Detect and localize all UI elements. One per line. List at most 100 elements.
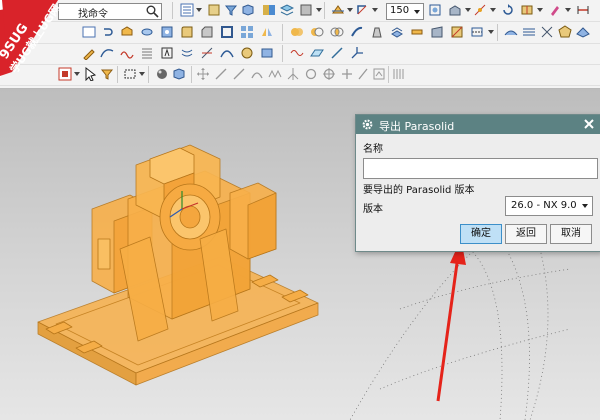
shell-icon[interactable] [220, 25, 234, 39]
subtract-icon[interactable] [310, 25, 324, 39]
close-icon[interactable] [582, 117, 596, 131]
chevron-down-icon[interactable] [347, 8, 353, 12]
back-button[interactable]: 返回 [505, 224, 547, 244]
brush-icon[interactable] [548, 3, 562, 17]
render-icon[interactable] [155, 67, 169, 81]
pattern-icon[interactable] [240, 25, 254, 39]
cursor-icon[interactable] [84, 67, 98, 81]
chevron-down-icon[interactable] [412, 5, 422, 18]
snap-to-point-icon[interactable] [372, 67, 386, 81]
measure-icon[interactable] [576, 3, 590, 17]
trim-body-icon[interactable] [430, 25, 444, 39]
spline-icon[interactable] [120, 46, 134, 60]
search-icon[interactable] [145, 4, 160, 19]
datum-csys-icon[interactable] [350, 46, 364, 60]
slash-icon[interactable] [356, 67, 370, 81]
version-label: 版本 [363, 204, 383, 215]
version-select[interactable]: 26.0 - NX 9.0 [505, 196, 593, 216]
chevron-down-icon[interactable] [488, 30, 494, 34]
grid-icon[interactable] [392, 67, 406, 81]
blend-icon[interactable] [180, 25, 194, 39]
part-navigator-icon[interactable] [172, 67, 186, 81]
chevron-down-icon[interactable] [537, 8, 543, 12]
dialog-title-bar[interactable]: 导出 Parasolid [356, 115, 600, 134]
gear-icon[interactable] [361, 118, 374, 131]
chevron-down-icon[interactable] [372, 8, 378, 12]
wave-link-icon[interactable] [290, 46, 304, 60]
chevron-down-icon[interactable] [565, 8, 571, 12]
split-body-icon[interactable] [450, 25, 464, 39]
mirror-icon[interactable] [260, 25, 274, 39]
thicken-icon[interactable] [410, 25, 424, 39]
offset-face-icon[interactable] [390, 25, 404, 39]
orient-view-icon[interactable] [355, 3, 369, 17]
snap-icon[interactable] [207, 3, 221, 17]
box-icon[interactable] [241, 3, 255, 17]
text-curve-icon[interactable] [160, 46, 174, 60]
chamfer-icon[interactable] [200, 25, 214, 39]
bridge-curve-icon[interactable] [220, 46, 234, 60]
surface-icon[interactable] [504, 25, 518, 39]
chevron-down-icon[interactable] [490, 8, 496, 12]
revolve-icon[interactable] [140, 25, 154, 39]
name-field[interactable] [363, 158, 598, 179]
rectangle-select-icon[interactable] [123, 67, 137, 81]
extrude-icon[interactable] [120, 25, 134, 39]
offset-curve-icon[interactable] [180, 46, 194, 60]
sweep-icon[interactable] [350, 25, 364, 39]
version-heading: 要导出的 Parasolid 版本 [363, 185, 475, 196]
layer-icon[interactable] [280, 3, 294, 17]
menu-icon[interactable] [180, 3, 194, 17]
chevron-down-icon[interactable] [582, 204, 588, 208]
chevron-down-icon[interactable] [465, 8, 471, 12]
draft-icon[interactable] [370, 25, 384, 39]
line-icon[interactable] [232, 67, 246, 81]
cancel-button[interactable]: 取消 [550, 224, 592, 244]
toolbar-separator [191, 66, 192, 83]
version-selected-value: 26.0 - NX 9.0 [511, 200, 577, 211]
rotate-icon[interactable] [501, 3, 515, 17]
sew-icon[interactable] [470, 25, 484, 39]
zoom-combo[interactable]: 150 [386, 3, 424, 20]
analysis-icon[interactable] [448, 3, 462, 17]
n-sided-icon[interactable] [558, 25, 572, 39]
shaded-view-icon[interactable] [299, 3, 313, 17]
edit-section-icon[interactable] [331, 3, 345, 17]
intersection-curve-icon[interactable] [240, 46, 254, 60]
toolbar-separator [172, 2, 173, 19]
find-icon[interactable] [82, 25, 96, 39]
snap-point-icon[interactable] [473, 3, 487, 17]
fit-view-icon[interactable] [428, 3, 442, 17]
ruled-icon[interactable] [540, 25, 554, 39]
unite-icon[interactable] [290, 25, 304, 39]
hole-icon[interactable] [160, 25, 174, 39]
bounded-plane-icon[interactable] [576, 25, 590, 39]
ok-button[interactable]: 确定 [460, 224, 502, 244]
arc-icon[interactable] [250, 67, 264, 81]
helix-icon[interactable] [140, 46, 154, 60]
chevron-down-icon[interactable] [139, 72, 145, 76]
chevron-down-icon[interactable] [316, 8, 322, 12]
plus-icon[interactable] [340, 67, 354, 81]
through-curves-icon[interactable] [522, 25, 536, 39]
undo-icon[interactable] [100, 25, 114, 39]
point-icon[interactable] [304, 67, 318, 81]
datum-plane-icon[interactable] [310, 46, 324, 60]
datum-axis-icon[interactable] [330, 46, 344, 60]
polyline-icon[interactable] [268, 67, 282, 81]
circle-icon[interactable] [322, 67, 336, 81]
sketch-icon[interactable] [82, 46, 96, 60]
angle-icon[interactable] [286, 67, 300, 81]
intersect-icon[interactable] [330, 25, 344, 39]
chevron-down-icon[interactable] [196, 8, 202, 12]
extract-curve-icon[interactable] [260, 46, 274, 60]
select-filter-icon[interactable] [224, 3, 238, 17]
curve-icon[interactable] [100, 46, 114, 60]
line-icon[interactable] [214, 67, 228, 81]
move-icon[interactable] [196, 67, 210, 81]
toolbar-row-1: 找命令 150 [0, 0, 600, 22]
filter-icon[interactable] [100, 67, 114, 81]
project-curve-icon[interactable] [200, 46, 214, 60]
color-palette-icon[interactable] [262, 3, 276, 17]
section-view-icon[interactable] [520, 3, 534, 17]
